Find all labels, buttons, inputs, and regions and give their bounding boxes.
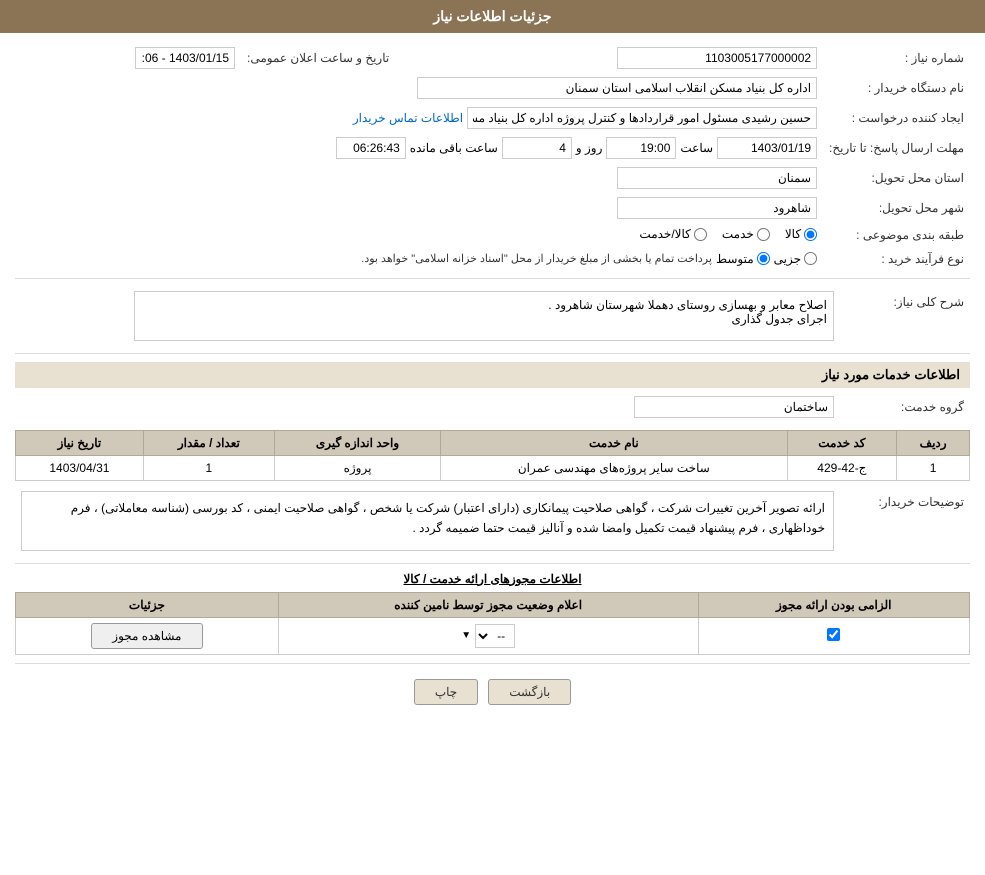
response-time-label: ساعت [680,141,713,155]
response-date-input[interactable] [717,137,817,159]
response-remaining-input[interactable] [336,137,406,159]
requester-input[interactable] [467,107,817,129]
view-permit-button[interactable]: مشاهده مجوز [91,623,202,649]
response-deadline-row: ساعت روز و ساعت باقی مانده [15,133,823,163]
row-code: ج-42-429 [787,455,897,480]
col-header-qty: تعداد / مقدار [143,430,274,455]
response-remaining-label: ساعت باقی مانده [410,141,498,155]
date-label: تاریخ و ساعت اعلان عمومی: [241,43,395,73]
need-number-value [395,43,823,73]
response-days-input[interactable] [502,137,572,159]
requester-label: ایجاد کننده درخواست : [823,103,970,133]
response-time-input[interactable] [606,137,676,159]
date-value [15,43,241,73]
permits-status-cell: -- ▼ [278,617,698,654]
requester-value: اطلاعات تماس خریدار [15,103,823,133]
permits-row: -- ▼ مشاهده مجوز [16,617,970,654]
category-options: کالا خدمت کالا/خدمت [15,223,823,248]
col-header-code: کد خدمت [787,430,897,455]
row-number: 1 [897,455,970,480]
category-kala-khedmat-radio[interactable] [694,228,707,241]
notes-table: توضیحات خریدار: ارائه تصویر آخرین تغییرا… [15,487,970,555]
permits-col-required: الزامی بودن ارائه مجوز [698,592,970,617]
permits-col-details: جزئیات [16,592,279,617]
notes-label: توضیحات خریدار: [840,487,970,555]
row-date: 1403/04/31 [16,455,144,480]
buyer-input[interactable] [417,77,817,99]
notes-value: ارائه تصویر آخرین تغییرات شرکت ، گواهی ص… [15,487,840,555]
service-group-label: گروه خدمت: [840,392,970,422]
permits-details-cell: مشاهده مجوز [16,617,279,654]
page-title: جزئیات اطلاعات نیاز [433,8,551,24]
service-group-input[interactable] [634,396,834,418]
page-wrapper: جزئیات اطلاعات نیاز شماره نیاز : تاریخ و… [0,0,985,875]
notes-text: ارائه تصویر آخرین تغییرات شرکت ، گواهی ص… [71,501,825,535]
category-label: طبقه بندی موضوعی : [823,223,970,248]
province-value [15,163,823,193]
purchase-type-label: نوع فرآیند خرید : [823,248,970,270]
col-header-row: ردیف [897,430,970,455]
permits-col-status: اعلام وضعیت مجوز توسط نامین کننده [278,592,698,617]
date-input[interactable] [135,47,235,69]
buyer-value [15,73,823,103]
permits-status-select[interactable]: -- [475,624,515,648]
divider-1 [15,278,970,279]
permits-required-cell [698,617,970,654]
need-number-input[interactable] [617,47,817,69]
divider-4 [15,663,970,664]
ptype-motavasset-radio[interactable] [757,252,770,265]
services-table: ردیف کد خدمت نام خدمت واحد اندازه گیری ت… [15,430,970,481]
response-days-label: روز و [576,141,603,155]
ptype-jozi-radio[interactable] [804,252,817,265]
city-input[interactable] [617,197,817,219]
dropdown-icon: ▼ [461,630,471,641]
divider-2 [15,353,970,354]
row-service-name: ساخت سایر پروژه‌های مهندسی عمران [441,455,787,480]
divider-3 [15,563,970,564]
purchase-type-note: پرداخت تمام یا بخشی از مبلغ خریدار از مح… [361,252,712,265]
buttons-row: بازگشت چاپ [15,679,970,705]
permits-required-checkbox[interactable] [827,628,840,641]
province-label: استان محل تحویل: [823,163,970,193]
category-khedmat-option[interactable]: خدمت [722,227,770,241]
category-kala-option[interactable]: کالا [785,227,817,241]
contact-link[interactable]: اطلاعات تماس خریدار [353,111,463,125]
need-desc-value: اصلاح معابر و بهسازی روستای دهملا شهرستا… [15,287,840,345]
purchase-type-jozi[interactable]: جزیی [774,252,817,266]
col-header-date: تاریخ نیاز [16,430,144,455]
response-deadline-label: مهلت ارسال پاسخ: تا تاریخ: [823,133,970,163]
content-area: شماره نیاز : تاریخ و ساعت اعلان عمومی: ن… [0,33,985,730]
need-desc-table: شرح کلی نیاز: اصلاح معابر و بهسازی روستا… [15,287,970,345]
table-row: 1 ج-42-429 ساخت سایر پروژه‌های مهندسی عم… [16,455,970,480]
category-khedmat-radio[interactable] [757,228,770,241]
need-desc-box: اصلاح معابر و بهسازی روستای دهملا شهرستا… [134,291,834,341]
service-group-table: گروه خدمت: [15,392,970,422]
category-kala-radio[interactable] [804,228,817,241]
category-kala-khedmat-option[interactable]: کالا/خدمت [639,227,706,241]
col-header-unit: واحد اندازه گیری [274,430,440,455]
need-desc-label: شرح کلی نیاز: [840,287,970,345]
purchase-type-motavasset[interactable]: متوسط [716,252,770,266]
notes-box: ارائه تصویر آخرین تغییرات شرکت ، گواهی ص… [21,491,834,551]
purchase-type-row: جزیی متوسط پرداخت تمام یا بخشی از مبلغ خ… [15,248,823,270]
info-table: شماره نیاز : تاریخ و ساعت اعلان عمومی: ن… [15,43,970,270]
city-value [15,193,823,223]
page-header: جزئیات اطلاعات نیاز [0,0,985,33]
permits-title: اطلاعات مجوزهای ارائه خدمت / کالا [15,572,970,586]
service-group-value [15,392,840,422]
row-quantity: 1 [143,455,274,480]
back-button[interactable]: بازگشت [488,679,571,705]
permits-table: الزامی بودن ارائه مجوز اعلام وضعیت مجوز … [15,592,970,655]
print-button[interactable]: چاپ [414,679,478,705]
city-label: شهر محل تحویل: [823,193,970,223]
buyer-label: نام دستگاه خریدار : [823,73,970,103]
col-header-name: نام خدمت [441,430,787,455]
province-input[interactable] [617,167,817,189]
services-section-title: اطلاعات خدمات مورد نیاز [15,362,970,388]
need-number-label: شماره نیاز : [823,43,970,73]
row-unit: پروژه [274,455,440,480]
